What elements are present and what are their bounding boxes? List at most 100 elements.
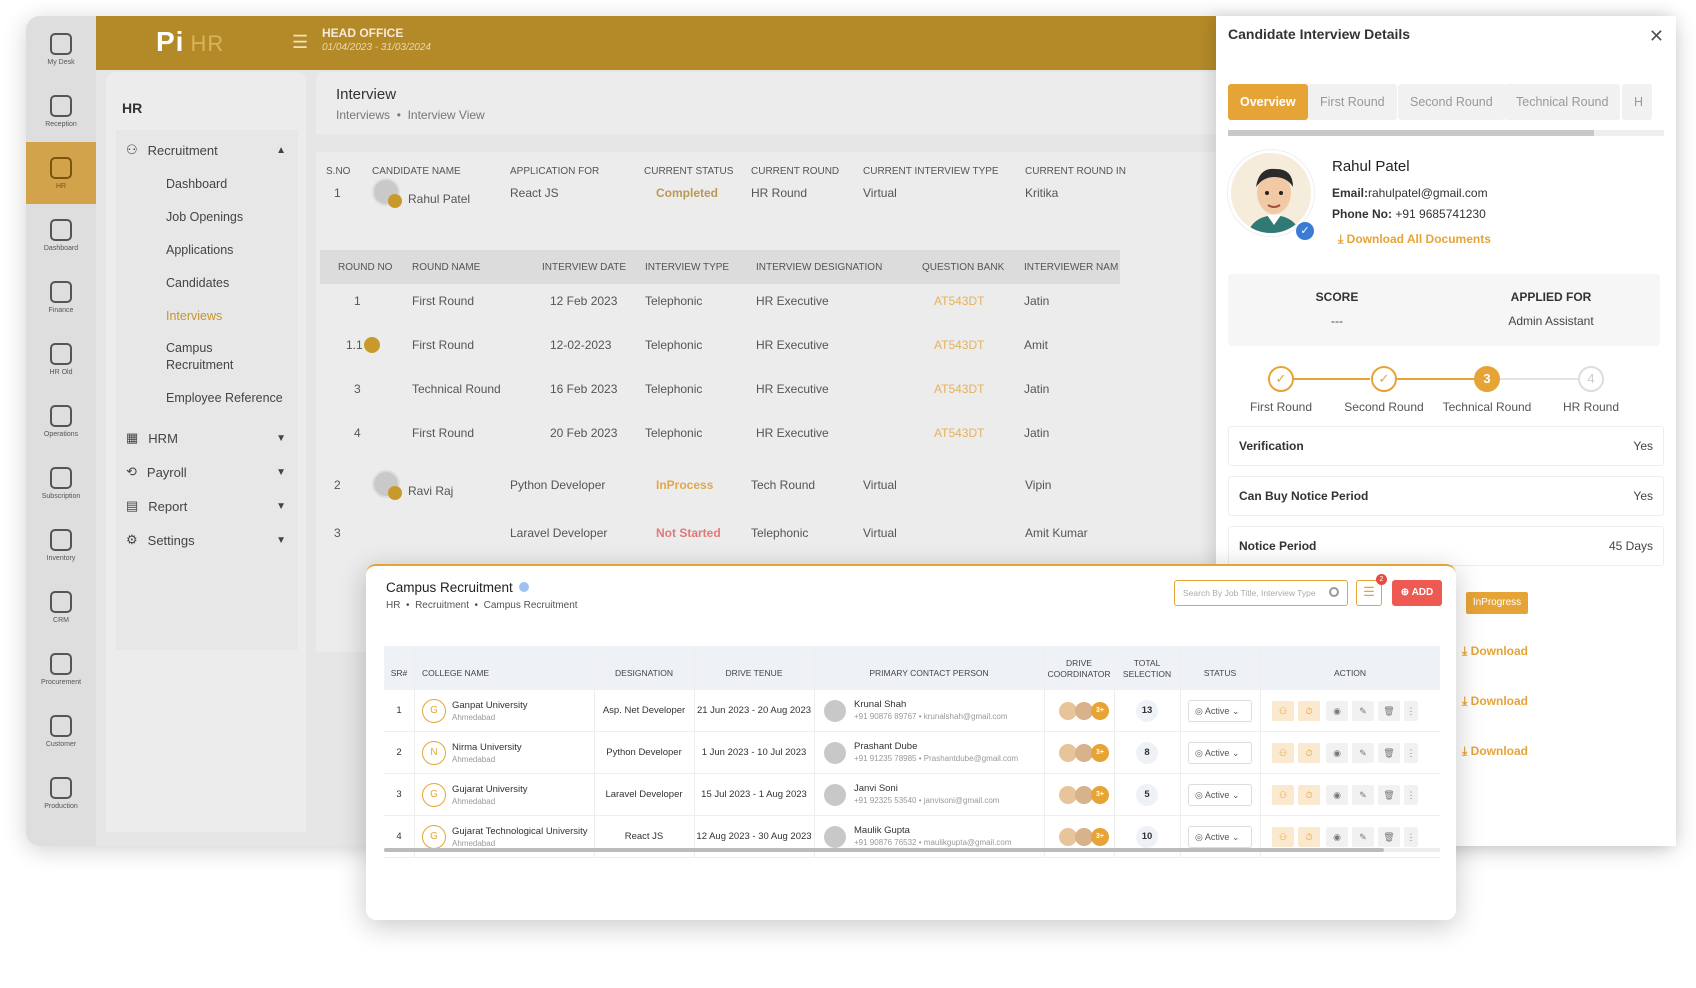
cell-candidate-name[interactable]: Rahul Patel (408, 192, 470, 206)
step-hr-round[interactable]: 4 (1578, 366, 1604, 392)
tab-first-round[interactable]: First Round (1308, 84, 1397, 120)
schedule-button[interactable]: ⏱ (1298, 701, 1320, 721)
cell-candidate-name[interactable]: Ravi Raj (408, 484, 453, 498)
rail-item-dashboard[interactable]: Dashboard (26, 204, 96, 266)
info-icon[interactable] (518, 582, 529, 592)
more-coordinators-badge[interactable]: 3+ (1091, 702, 1109, 720)
sidebar-sub-dashboard[interactable]: Dashboard (166, 176, 296, 193)
edit-button[interactable]: ✎ (1352, 827, 1374, 847)
rail-item-subscription[interactable]: Subscription (26, 452, 96, 514)
edit-button[interactable]: ✎ (1352, 743, 1374, 763)
view-button[interactable]: ◉ (1326, 743, 1348, 763)
status-select[interactable]: ◎ Active ⌄ (1188, 700, 1252, 722)
delete-button[interactable]: 🗑 (1378, 827, 1400, 847)
assign-button[interactable]: ⚇ (1272, 743, 1294, 763)
cell-interview-date: 12 Feb 2023 (550, 294, 618, 308)
question-bank-link[interactable]: AT543DT (934, 426, 984, 440)
tab-overview[interactable]: Overview (1228, 84, 1308, 120)
college-name[interactable]: Ganpat University (452, 700, 528, 711)
menu-toggle-icon[interactable]: ☰ (292, 32, 308, 53)
edit-button[interactable]: ✎ (1352, 785, 1374, 805)
contact-email[interactable]: krunalshah@gmail.com (924, 712, 1008, 721)
view-button[interactable]: ◉ (1326, 785, 1348, 805)
tab-technical-round[interactable]: Technical Round (1504, 84, 1621, 120)
more-actions-button[interactable]: ⋮ (1404, 827, 1418, 847)
delete-button[interactable]: 🗑 (1378, 701, 1400, 721)
rail-item-production[interactable]: Production (26, 762, 96, 824)
download-button[interactable]: ⤓ Download (1462, 744, 1528, 759)
contact-details: +91 90876 89767 • krunalshah@gmail.com (854, 712, 1007, 721)
rail-item-operations[interactable]: Operations (26, 390, 96, 452)
tab-hr-round[interactable]: H (1622, 84, 1652, 120)
add-button[interactable]: ⊕ ADD (1392, 580, 1442, 606)
sidebar-sub-campus-recruitment[interactable]: Campus Recruitment (166, 340, 246, 374)
rail-item-inventory[interactable]: Inventory (26, 514, 96, 576)
sidebar-item-report[interactable]: ▤ Report ▼ (126, 498, 286, 514)
schedule-button[interactable]: ⏱ (1298, 827, 1320, 847)
sidebar-item-hrm[interactable]: ▦ HRM ▼ (126, 430, 286, 446)
assign-button[interactable]: ⚇ (1272, 701, 1294, 721)
sidebar-sub-job-openings[interactable]: Job Openings (166, 209, 296, 226)
sidebar-sub-candidates[interactable]: Candidates (166, 275, 296, 292)
sidebar-item-payroll[interactable]: ⟲ Payroll ▼ (126, 464, 286, 480)
question-bank-link[interactable]: AT543DT (934, 294, 984, 308)
rail-item-crm[interactable]: CRM (26, 576, 96, 638)
step-first-round[interactable]: ✓ (1268, 366, 1294, 392)
rail-item-procurement[interactable]: Procurement (26, 638, 96, 700)
horizontal-scrollbar[interactable] (384, 848, 1440, 852)
download-button[interactable]: ⤓ Download (1462, 694, 1528, 709)
view-button[interactable]: ◉ (1326, 701, 1348, 721)
sidebar-sub-applications[interactable]: Applications (166, 242, 296, 259)
table-row[interactable]: 1 G Ganpat University Ahmedabad Asp. Net Dev… (384, 690, 1440, 732)
college-name[interactable]: Nirma University (452, 742, 522, 753)
rail-item-customer[interactable]: Customer (26, 700, 96, 762)
more-actions-button[interactable]: ⋮ (1404, 743, 1418, 763)
more-coordinators-badge[interactable]: 3+ (1091, 786, 1109, 804)
step-second-round[interactable]: ✓ (1371, 366, 1397, 392)
close-icon[interactable]: ✕ (1649, 26, 1664, 47)
assign-button[interactable]: ⚇ (1272, 785, 1294, 805)
table-row[interactable]: 3 G Gujarat University Ahmedabad Laravel Dev… (384, 774, 1440, 816)
rail-item-hr-old[interactable]: HR Old (26, 328, 96, 390)
contact-email[interactable]: maulikgupta@gmail.com (924, 838, 1012, 847)
breadcrumb-interviews[interactable]: Interviews (336, 108, 390, 122)
tab-scrollbar[interactable] (1228, 130, 1664, 136)
search-input[interactable]: Search By Job Title, Interview Type (1174, 580, 1348, 606)
status-select[interactable]: ◎ Active ⌄ (1188, 784, 1252, 806)
rail-item-hr[interactable]: HR (26, 142, 96, 204)
rail-item-reception[interactable]: Reception (26, 80, 96, 142)
assign-button[interactable]: ⚇ (1272, 827, 1294, 847)
app-logo[interactable]: Pi HR (156, 26, 224, 58)
tab-second-round[interactable]: Second Round (1398, 84, 1505, 120)
sidebar-item-settings[interactable]: ⚙ Settings ▼ (126, 532, 286, 548)
contact-email[interactable]: Prashantdube@gmail.com (924, 754, 1018, 763)
status-select[interactable]: ◎ Active ⌄ (1188, 826, 1252, 848)
view-button[interactable]: ◉ (1326, 827, 1348, 847)
sidebar-sub-interviews[interactable]: Interviews (166, 308, 296, 325)
sidebar-sub-employee-reference[interactable]: Employee Reference (166, 390, 296, 407)
more-coordinators-badge[interactable]: 3+ (1091, 828, 1109, 846)
college-name[interactable]: Gujarat Technological University (452, 826, 588, 837)
rail-item-my-desk[interactable]: My Desk (26, 18, 96, 80)
delete-button[interactable]: 🗑 (1378, 743, 1400, 763)
delete-button[interactable]: 🗑 (1378, 785, 1400, 805)
rail-item-finance[interactable]: Finance (26, 266, 96, 328)
schedule-button[interactable]: ⏱ (1298, 785, 1320, 805)
edit-button[interactable]: ✎ (1352, 701, 1374, 721)
more-coordinators-badge[interactable]: 3+ (1091, 744, 1109, 762)
office-selector[interactable]: HEAD OFFICE 01/04/2023 - 31/03/2024 (322, 26, 431, 53)
schedule-button[interactable]: ⏱ (1298, 743, 1320, 763)
download-all-button[interactable]: ⤓ Download All Documents (1338, 232, 1491, 247)
more-actions-button[interactable]: ⋮ (1404, 785, 1418, 805)
more-actions-button[interactable]: ⋮ (1404, 701, 1418, 721)
question-bank-link[interactable]: AT543DT (934, 382, 984, 396)
status-select[interactable]: ◎ Active ⌄ (1188, 742, 1252, 764)
table-row[interactable]: 2 N Nirma University Ahmedabad Python Develo… (384, 732, 1440, 774)
question-bank-link[interactable]: AT543DT (934, 338, 984, 352)
step-technical-round[interactable]: 3 (1474, 366, 1500, 392)
chevron-down-icon: ▼ (276, 534, 286, 546)
download-button[interactable]: ⤓ Download (1462, 644, 1528, 659)
sidebar-item-recruitment[interactable]: ⚇ Recruitment ▲ (126, 142, 286, 158)
contact-email[interactable]: janvisoni@gmail.com (924, 796, 1000, 805)
college-name[interactable]: Gujarat University (452, 784, 528, 795)
